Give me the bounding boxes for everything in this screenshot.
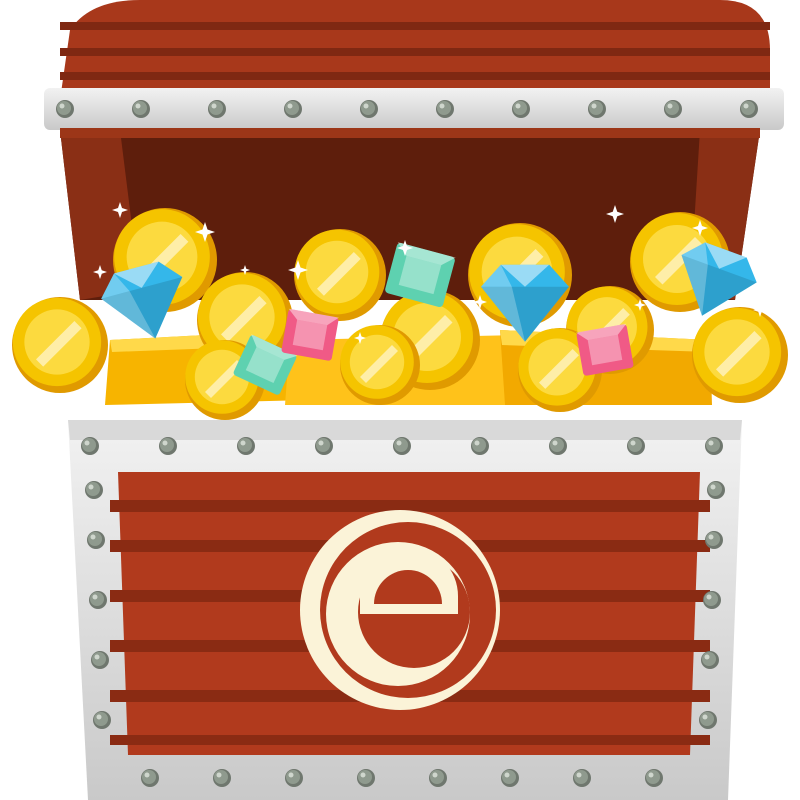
rivet-icon	[501, 769, 519, 787]
gold-coin-icon	[692, 307, 788, 403]
rivet-icon	[705, 437, 723, 455]
rivet-icon	[85, 481, 103, 499]
rivet-icon	[360, 100, 378, 118]
pink-gem-icon	[576, 323, 634, 376]
rivet-icon	[213, 769, 231, 787]
rivet-icon	[56, 100, 74, 118]
rivet-icon	[627, 437, 645, 455]
gold-coin-icon	[340, 325, 420, 405]
rivet-icon	[91, 651, 109, 669]
chest-front	[68, 420, 742, 800]
rivet-icon	[429, 769, 447, 787]
rivet-icon	[549, 437, 567, 455]
gold-coin-icon	[12, 297, 108, 393]
chest-svg	[12, 0, 788, 800]
gold-coin-icon	[294, 229, 386, 321]
rivet-icon	[393, 437, 411, 455]
rivet-icon	[707, 481, 725, 499]
rivet-icon	[703, 591, 721, 609]
rivet-icon	[132, 100, 150, 118]
rivet-icon	[436, 100, 454, 118]
rivet-icon	[357, 769, 375, 787]
rivet-icon	[141, 769, 159, 787]
rivet-icon	[471, 437, 489, 455]
rivet-icon	[588, 100, 606, 118]
brand-logo	[300, 510, 500, 710]
rivet-icon	[645, 769, 663, 787]
rivet-icon	[93, 711, 111, 729]
rivet-icon	[284, 100, 302, 118]
rivet-icon	[237, 437, 255, 455]
rivet-icon	[159, 437, 177, 455]
pink-gem-icon	[281, 308, 339, 361]
rivet-icon	[573, 769, 591, 787]
rivet-icon	[699, 711, 717, 729]
rivet-icon	[89, 591, 107, 609]
rivet-icon	[315, 437, 333, 455]
rivet-icon	[512, 100, 530, 118]
chest-lid	[44, 0, 784, 130]
rivet-icon	[285, 769, 303, 787]
rivet-icon	[664, 100, 682, 118]
rivet-icon	[740, 100, 758, 118]
rivet-icon	[701, 651, 719, 669]
rivet-icon	[705, 531, 723, 549]
rivet-icon	[87, 531, 105, 549]
treasure-chest-illustration	[0, 0, 800, 800]
rivet-icon	[208, 100, 226, 118]
rivet-icon	[81, 437, 99, 455]
